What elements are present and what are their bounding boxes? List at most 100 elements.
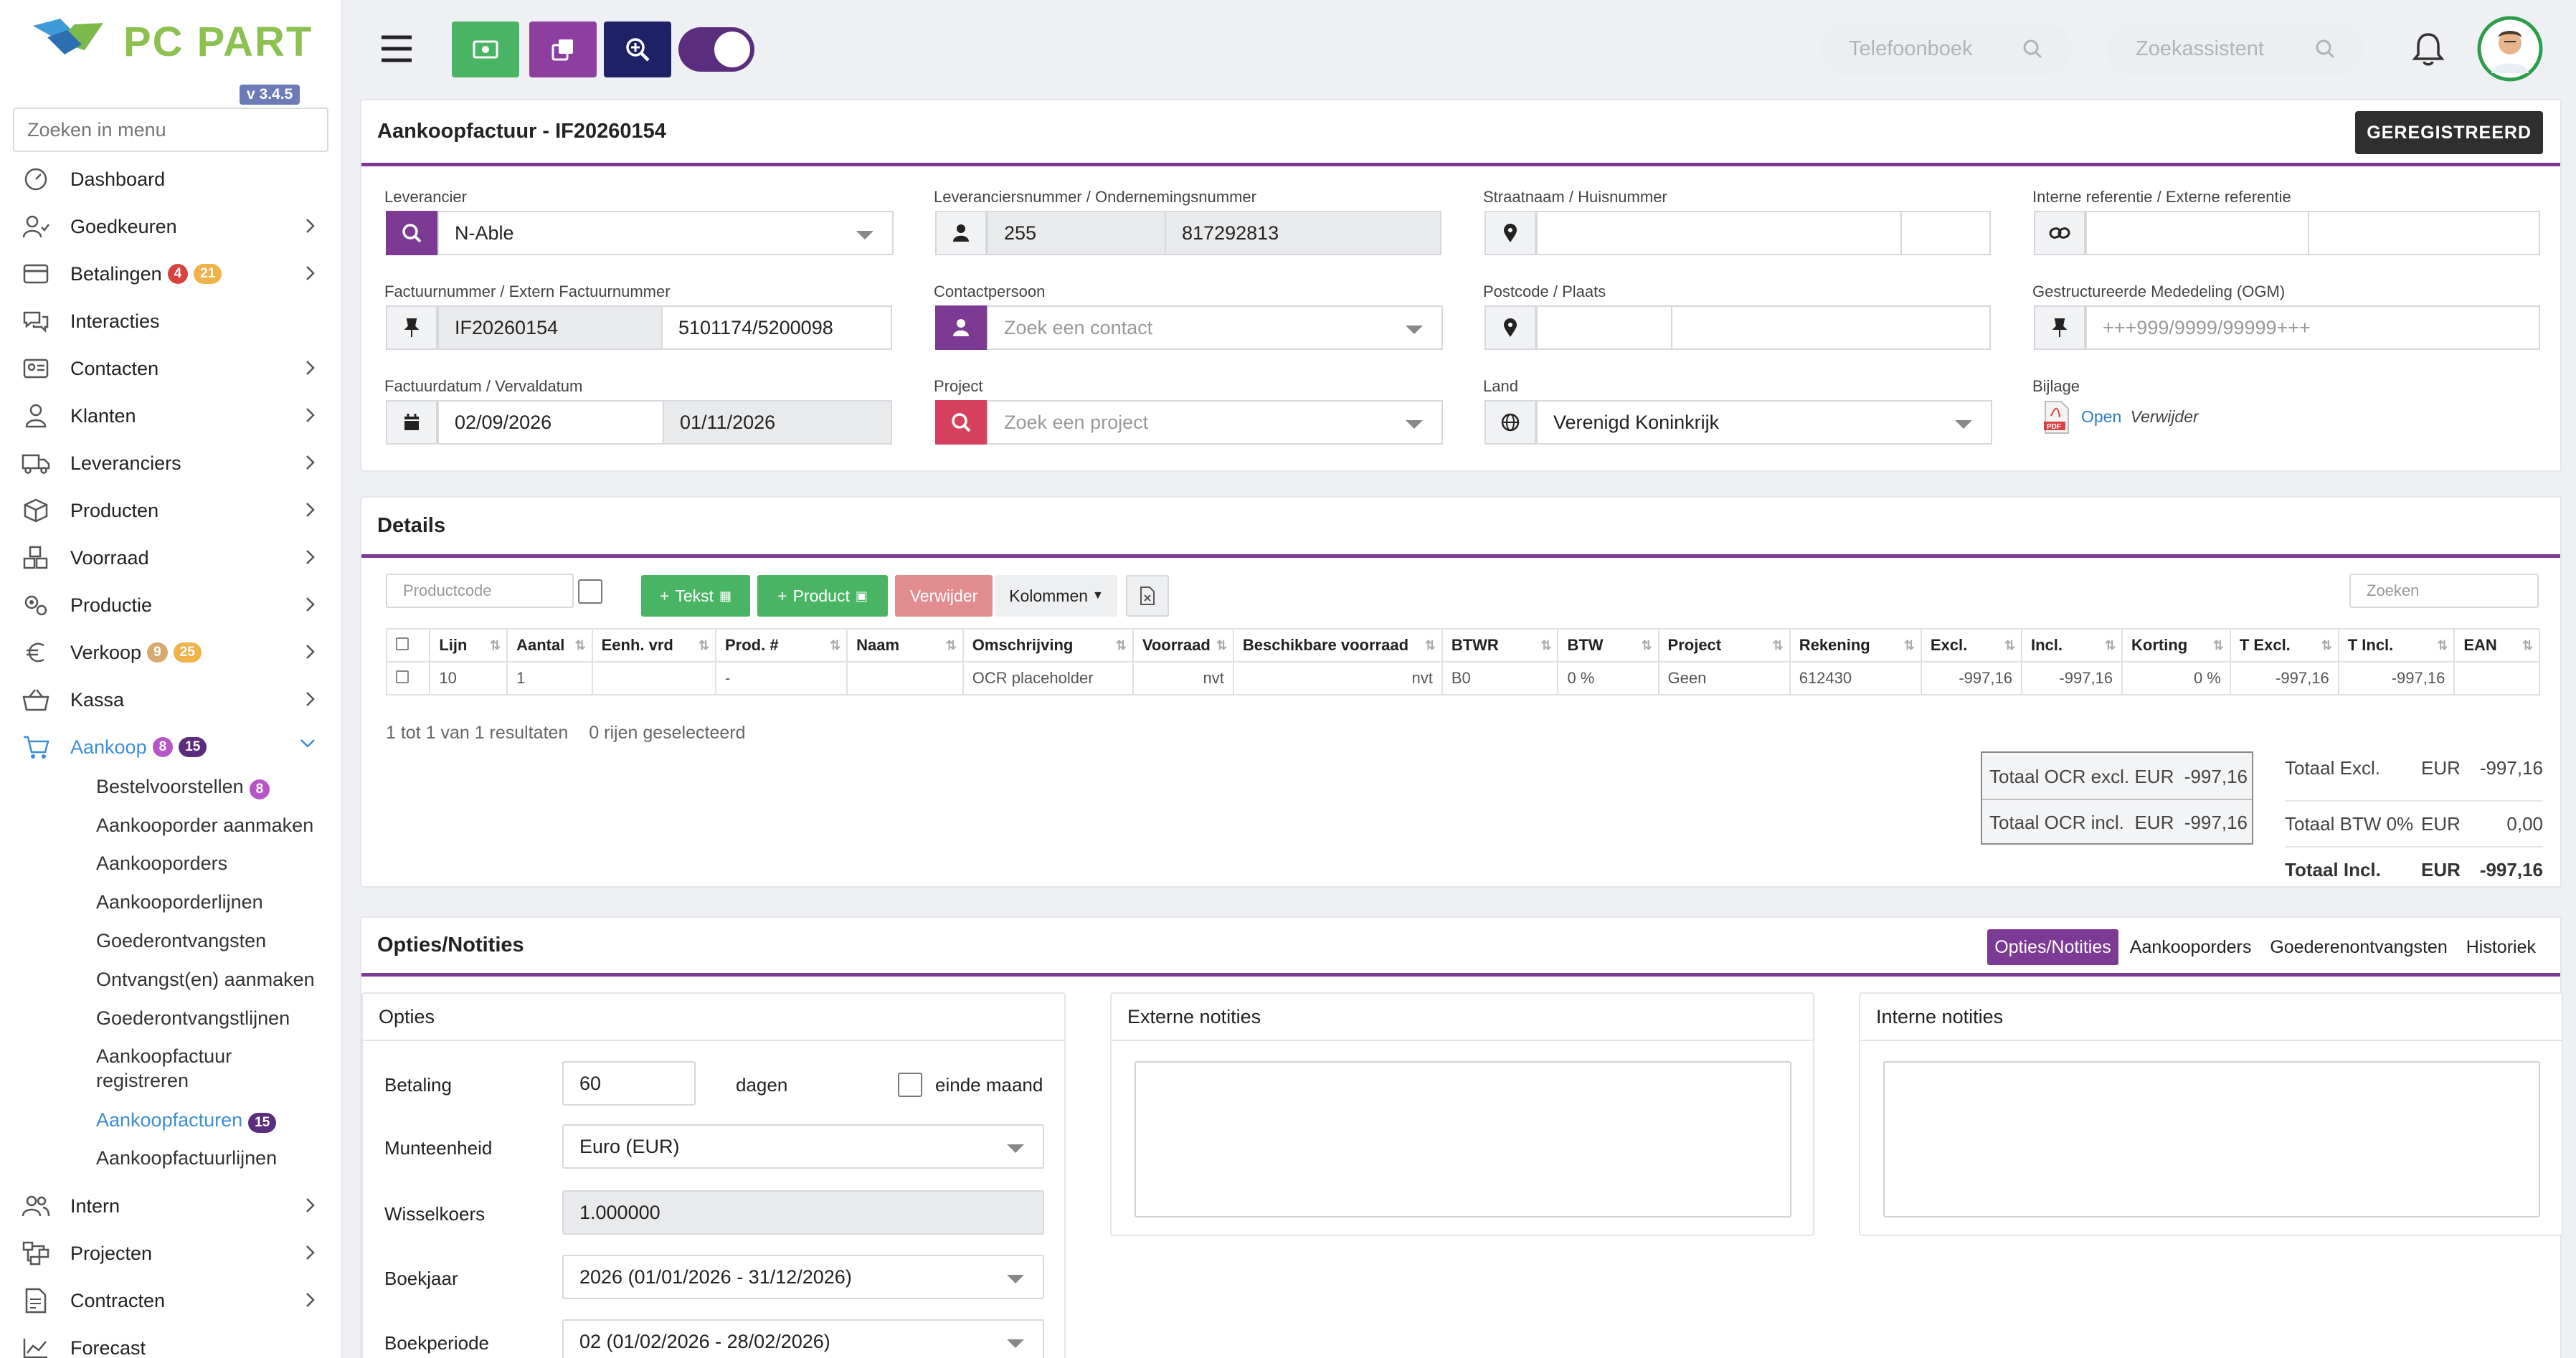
column-header[interactable]: Korting ⇅ [2121,628,2231,663]
boekperiode-select[interactable]: 02 (01/02/2026 - 28/02/2026) [562,1319,1044,1358]
einde-maand-checkbox[interactable] [898,1073,922,1097]
sidebar-item-leveranciers[interactable]: Leveranciers [0,442,343,485]
extfactnr-field[interactable]: 5101174/5200098 [663,305,892,350]
excel-export-button[interactable] [1126,575,1169,617]
column-header[interactable]: Naam ⇅ [846,628,964,663]
subitem-goederontvangsten[interactable]: Goederontvangsten [96,929,266,953]
add-tekst-button[interactable]: + Tekst ▦ [641,575,750,617]
column-header[interactable]: Eenh. vrd ⇅ [591,628,716,663]
productcode-checkbox[interactable] [578,579,602,604]
mode-toggle[interactable] [678,27,754,72]
bijlage-remove-link[interactable]: Verwijder [2131,407,2199,426]
wissel-input[interactable]: 1.000000 [562,1190,1044,1235]
sidebar-item-betalingen[interactable]: Betalingen 4 21 [0,252,343,295]
sort-icon[interactable]: ⇅ [699,638,709,653]
copy-button[interactable] [529,22,597,77]
factnr-field[interactable]: IF20260154 [437,305,663,350]
extref-field[interactable] [2309,211,2540,255]
column-header[interactable]: Prod. # ⇅ [714,628,848,663]
ogm-field[interactable]: +++999/9999/99999+++ [2085,305,2540,350]
sort-icon[interactable]: ⇅ [2522,638,2533,653]
levnr-field[interactable]: 255 [987,211,1166,255]
sidebar-item-interacties[interactable]: Interacties [0,300,343,343]
sort-icon[interactable]: ⇅ [1641,638,1652,653]
vervaldatum-field[interactable]: 01/11/2026 [664,400,892,445]
sidebar-item-dashboard[interactable]: Dashboard [0,158,343,201]
cash-register-button[interactable] [452,22,519,77]
productcode-input[interactable]: Productcode [386,574,574,608]
straat-field[interactable] [1536,211,1902,255]
phonebook-search[interactable]: Telefoonboek [1820,23,2071,75]
externe-notities-textarea[interactable] [1135,1061,1791,1217]
sidebar-item-verkoop[interactable]: Verkoop 9 25 [0,631,343,674]
sort-icon[interactable]: ⇅ [830,638,840,653]
column-header[interactable]: Incl. ⇅ [2020,628,2123,663]
sort-icon[interactable]: ⇅ [1773,638,1784,653]
sort-icon[interactable]: ⇅ [2105,638,2116,653]
sort-icon[interactable]: ⇅ [946,638,957,653]
sidebar-item-goedkeuren[interactable]: Goedkeuren [0,205,343,248]
factuurdatum-field[interactable]: 02/09/2026 [437,400,664,445]
sidebar-item-producten[interactable]: Producten [0,489,343,532]
column-header[interactable]: BTW ⇅ [1557,628,1659,663]
pc-partner-logo[interactable]: PC PARTNER [32,13,311,70]
project-select[interactable]: Zoek een project [935,400,1443,445]
subitem-aankoopfactuurlijnen[interactable]: Aankoopfactuurlijnen [96,1146,277,1170]
checkbox[interactable] [396,637,409,650]
table-row[interactable]: 10 1- OCR placeholder nvt nvt B0 0 % Geen 612430… [385,661,2540,695]
hamburger-menu-icon[interactable] [380,34,413,63]
sort-icon[interactable]: ⇅ [2213,638,2224,653]
subitem-aankooporders[interactable]: Aankooporders [96,851,227,875]
bijlage-open-link[interactable]: Open [2081,407,2121,426]
row-checkbox-cell[interactable] [385,661,431,695]
add-product-button[interactable]: + Product ▣ [757,575,888,617]
column-header[interactable]: Rekening ⇅ [1789,628,1922,663]
sidebar-item-contracten[interactable]: Contracten [0,1279,343,1322]
verwijder-button[interactable]: Verwijder [895,575,993,617]
sort-icon[interactable]: ⇅ [2321,638,2332,653]
sort-icon[interactable]: ⇅ [2004,638,2015,653]
ondnr-field[interactable]: 817292813 [1166,211,1441,255]
checkbox[interactable] [396,670,409,683]
sidebar-item-productie[interactable]: Productie [0,584,343,627]
betaling-input[interactable]: 60 [562,1061,696,1106]
column-header[interactable]: Voorraad ⇅ [1132,628,1234,663]
sidebar-item-forecast[interactable]: Forecast [0,1326,343,1358]
leverancier-select[interactable]: N-Able [386,211,894,255]
sort-icon[interactable]: ⇅ [1425,638,1436,653]
column-header[interactable]: Omschrijving ⇅ [962,628,1134,663]
sort-icon[interactable]: ⇅ [575,638,586,653]
avatar[interactable] [2477,16,2543,82]
boekjaar-select[interactable]: 2026 (01/01/2026 - 31/12/2026) [562,1255,1044,1299]
postcode-field[interactable] [1536,305,1672,350]
search-icon[interactable] [386,211,437,255]
column-header[interactable]: T Excl. ⇅ [2229,628,2339,663]
sort-icon[interactable]: ⇅ [2437,638,2448,653]
sidebar-item-projecten[interactable]: Projecten [0,1232,343,1275]
status-badge[interactable]: GEREGISTREERD [2355,111,2543,154]
zoom-button[interactable] [604,22,671,77]
tab-aankooporders[interactable]: Aankooporders [2123,929,2259,965]
table-search-input[interactable]: Zoeken [2349,574,2539,608]
column-header[interactable]: Aantal ⇅ [506,628,593,663]
subitem-aankooporderlijnen[interactable]: Aankooporderlijnen [96,890,263,914]
column-header[interactable]: Lijn ⇅ [429,628,508,663]
plaats-field[interactable] [1672,305,1991,350]
column-header[interactable]: T Incl. ⇅ [2337,628,2456,663]
search-icon[interactable] [935,400,987,445]
munt-select[interactable]: Euro (EUR) [562,1124,1044,1169]
column-header[interactable]: EAN ⇅ [2453,628,2540,663]
sidebar-item-contacten[interactable]: Contacten [0,347,343,390]
subitem-bestelvoorstellen[interactable]: Bestelvoorstellen 8 [96,774,270,799]
bell-icon[interactable] [2412,32,2444,66]
sidebar-item-klanten[interactable]: Klanten [0,394,343,437]
sort-icon[interactable]: ⇅ [1116,638,1127,653]
interne-notities-textarea[interactable] [1883,1061,2540,1217]
sidebar-item-voorraad[interactable]: Voorraad [0,536,343,579]
land-select[interactable]: Verenigd Koninkrijk [1484,400,1992,445]
column-header[interactable]: Excl. ⇅ [1920,628,2022,663]
column-header[interactable]: BTWR ⇅ [1441,628,1559,663]
subitem-goederontvangstlijnen[interactable]: Goederontvangstlijnen [96,1006,290,1030]
sort-icon[interactable]: ⇅ [1216,638,1227,653]
sort-icon[interactable]: ⇅ [1904,638,1915,653]
